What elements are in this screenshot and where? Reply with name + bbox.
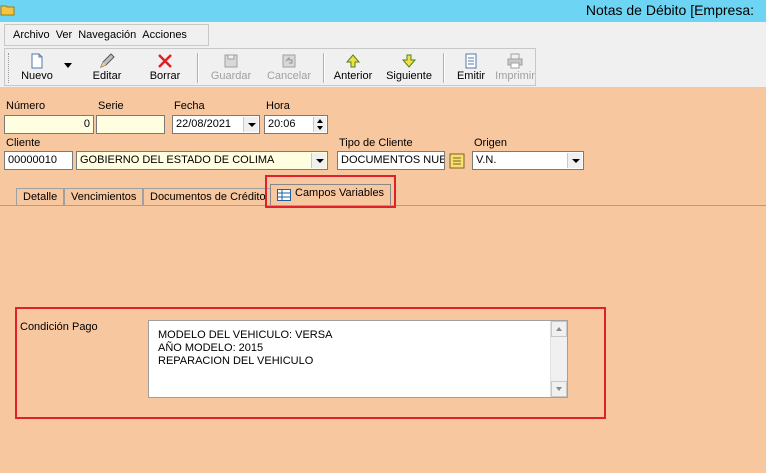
nuevo-dropdown-button[interactable] xyxy=(61,51,75,85)
dropdown-arrow-icon xyxy=(64,63,72,68)
toolbar-separator xyxy=(443,53,445,83)
hora-field[interactable]: 20:06 xyxy=(264,115,328,134)
borrar-button[interactable]: Borrar xyxy=(143,51,187,85)
anterior-button[interactable]: Anterior xyxy=(331,51,375,85)
undo-icon xyxy=(282,54,296,68)
origen-dropdown-button[interactable] xyxy=(567,153,582,168)
cliente-code-field[interactable]: 00000010 xyxy=(4,151,73,170)
fecha-field[interactable]: 22/08/2021 xyxy=(172,115,260,134)
numero-field[interactable]: 0 xyxy=(4,115,94,134)
tipo-cliente-label: Tipo de Cliente xyxy=(339,137,413,149)
title-bar: Notas de Débito [Empresa: xyxy=(0,0,766,22)
toolbar-separator xyxy=(323,53,325,83)
tab-detalle[interactable]: Detalle xyxy=(16,188,65,206)
cancelar-button[interactable]: Cancelar xyxy=(263,51,315,85)
cliente-dropdown-button[interactable] xyxy=(311,153,326,168)
serie-label: Serie xyxy=(98,100,124,112)
folder-icon xyxy=(0,5,15,16)
document-lines-icon xyxy=(465,53,477,69)
up-arrow-icon xyxy=(345,54,361,68)
menu-bar-area: Archivo Ver Navegación Acciones xyxy=(0,22,766,46)
edit-icon xyxy=(100,53,115,68)
origen-combo[interactable]: V.N. xyxy=(472,151,584,170)
highlight-box-condicion xyxy=(15,307,606,419)
menu-archivo[interactable]: Archivo xyxy=(13,29,50,41)
window-title: Notas de Débito [Empresa: xyxy=(585,2,754,18)
origen-label: Origen xyxy=(474,137,508,149)
guardar-button[interactable]: Guardar xyxy=(207,51,255,85)
fecha-label: Fecha xyxy=(174,100,205,112)
hora-spinner[interactable] xyxy=(313,117,326,132)
nuevo-button[interactable]: Nuevo xyxy=(17,51,57,85)
cliente-label: Cliente xyxy=(6,137,41,149)
tab-vencimientos[interactable]: Vencimientos xyxy=(64,188,144,206)
editar-button[interactable]: Editar xyxy=(85,51,129,85)
fecha-dropdown-button[interactable] xyxy=(243,117,258,132)
menu-bar: Archivo Ver Navegación Acciones xyxy=(4,24,209,46)
siguiente-button[interactable]: Siguiente xyxy=(383,51,435,85)
toolbar: Nuevo Editar Borrar Guardar Cancelar Ant… xyxy=(4,48,536,86)
serie-field[interactable] xyxy=(96,115,165,134)
origen-value: V.N. xyxy=(476,154,497,166)
toolbar-area: Nuevo Editar Borrar Guardar Cancelar Ant… xyxy=(0,46,766,88)
toolbar-grip[interactable] xyxy=(8,53,11,83)
save-disk-icon xyxy=(224,54,238,68)
emitir-button[interactable]: Emitir xyxy=(451,51,491,85)
toolbar-separator xyxy=(197,53,199,83)
imprimir-button[interactable]: Imprimir xyxy=(495,51,535,85)
hora-label: Hora xyxy=(266,100,290,112)
down-arrow-icon xyxy=(401,54,417,68)
menu-ver[interactable]: Ver xyxy=(56,29,73,41)
numero-label: Número xyxy=(6,100,46,112)
fecha-value: 22/08/2021 xyxy=(176,118,232,130)
menu-navegacion[interactable]: Navegación xyxy=(78,29,136,41)
lookup-icon[interactable] xyxy=(449,153,465,169)
form-area: Número 0 Serie Fecha 22/08/2021 Hora 20:… xyxy=(0,88,766,473)
tab-documentos-credito[interactable]: Documentos de Crédito xyxy=(143,188,273,206)
delete-x-icon xyxy=(158,54,172,68)
new-document-icon xyxy=(31,53,43,69)
cliente-name-combo[interactable]: GOBIERNO DEL ESTADO DE COLIMA xyxy=(76,151,328,170)
printer-icon xyxy=(507,53,523,69)
menu-acciones[interactable]: Acciones xyxy=(142,29,187,41)
hora-value: 20:06 xyxy=(268,118,296,130)
tipo-cliente-field[interactable]: DOCUMENTOS NUEVOS xyxy=(337,151,445,170)
cliente-name-value: GOBIERNO DEL ESTADO DE COLIMA xyxy=(80,154,275,166)
highlight-box-tab xyxy=(265,175,396,208)
